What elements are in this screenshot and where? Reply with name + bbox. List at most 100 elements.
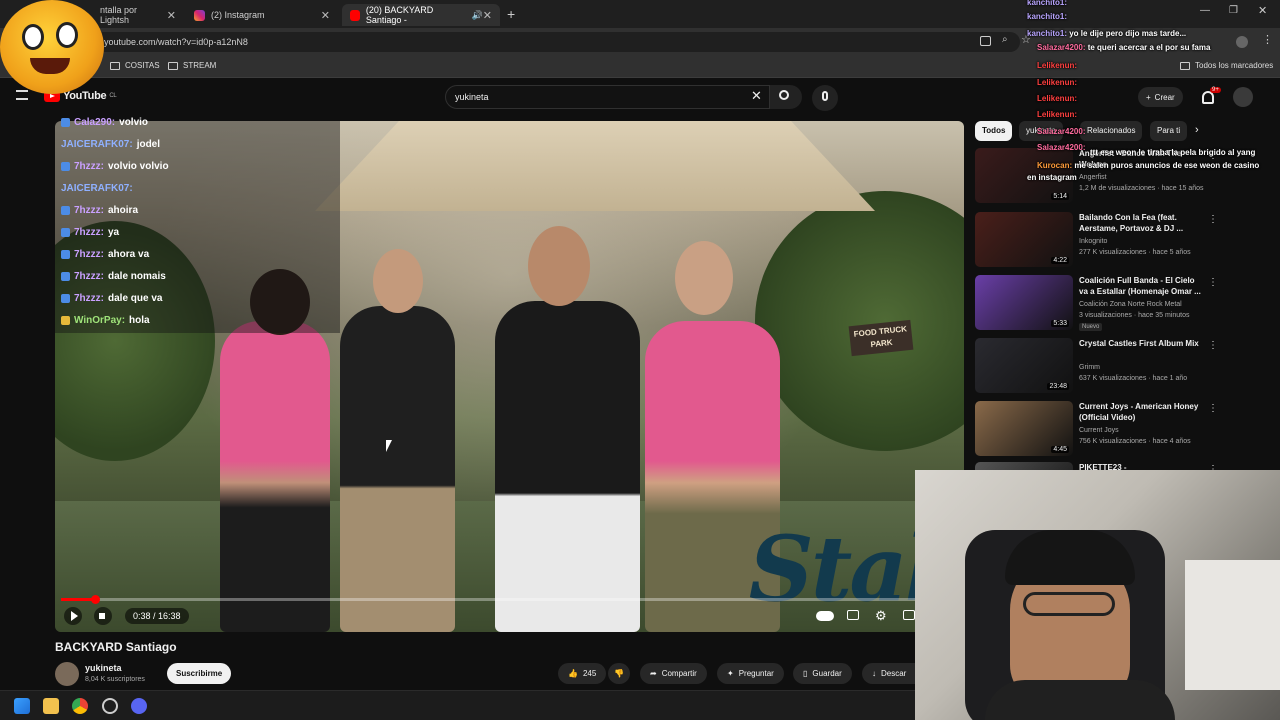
autoplay-toggle[interactable] xyxy=(816,611,834,621)
mouse-cursor-icon xyxy=(386,440,392,452)
chat-text: dale que va xyxy=(108,293,163,304)
recommendation-channel[interactable]: Angerfist xyxy=(1079,174,1107,181)
chat-text: ahoira xyxy=(108,205,139,216)
browser-tab-strip: ntalla por Lightsh ✕ (2) Instagram ✕ (20… xyxy=(0,0,1280,28)
maximize-icon[interactable]: ❐ xyxy=(1229,5,1238,16)
share-button[interactable]: ➦ Compartir xyxy=(640,663,707,684)
recommendation-item[interactable]: 4:45 Current Joys - American Honey (Offic… xyxy=(975,401,1275,461)
more-options-icon[interactable]: ⋮ xyxy=(1208,340,1218,351)
tab-lightshot[interactable]: ntalla por Lightsh ✕ xyxy=(92,4,184,26)
voice-search-button[interactable] xyxy=(812,85,838,111)
url-field[interactable]: youtube.com/watch?v=id0p-a12nN8 xyxy=(60,32,1020,52)
chat-text: yo le dije pero dijo mas tarde... xyxy=(1069,29,1187,38)
hamburger-menu-icon[interactable] xyxy=(16,90,28,100)
progress-fill xyxy=(61,598,96,601)
speaker-icon[interactable]: 🔊 xyxy=(472,10,483,21)
eye xyxy=(22,24,44,50)
person-head xyxy=(373,249,423,313)
progress-bar[interactable] xyxy=(61,595,921,604)
app-icon[interactable] xyxy=(102,698,118,714)
stream-chat-message: kanchito1: yo le dije pero dijo mas tard… xyxy=(1027,29,1186,38)
save-button[interactable]: ▯ Guardar xyxy=(793,663,852,684)
recommendation-item[interactable]: 23:48 Crystal Castles First Album Mix Grim… xyxy=(975,338,1275,398)
chat-message: 7hzzz: volvio volvio xyxy=(61,161,169,172)
search-input[interactable]: yukineta xyxy=(445,85,770,109)
channel-avatar[interactable] xyxy=(55,662,79,686)
recommendation-title[interactable]: Bailando Con la Fea (feat. Aerstame, Por… xyxy=(1079,212,1204,234)
windows-start-icon[interactable] xyxy=(14,698,30,714)
zoom-icon[interactable]: ⌕ xyxy=(1002,34,1008,45)
chat-username: 7hzzz: xyxy=(74,293,104,304)
dislike-button[interactable]: 👎 xyxy=(608,663,630,684)
minimize-icon[interactable]: — xyxy=(1200,5,1210,16)
volume-button[interactable] xyxy=(94,607,112,625)
ask-button[interactable]: ✦ Preguntar xyxy=(717,663,784,684)
tab-instagram[interactable]: (2) Instagram ✕ xyxy=(186,4,338,26)
more-options-icon[interactable]: ⋮ xyxy=(1208,214,1218,225)
folder-icon xyxy=(1180,61,1190,70)
close-icon[interactable]: ✕ xyxy=(321,9,330,22)
recommendation-title[interactable]: Crystal Castles First Album Mix xyxy=(1079,338,1204,349)
all-bookmarks[interactable]: Todos los marcadores xyxy=(1180,61,1273,70)
bookmark-label: COSITAS xyxy=(125,61,160,70)
duration-badge: 5:14 xyxy=(1051,193,1069,200)
create-button[interactable]: + Crear xyxy=(1138,87,1183,107)
bookmark-cositas[interactable]: COSITAS xyxy=(110,61,160,70)
close-icon[interactable]: ✕ xyxy=(167,9,176,22)
scene-tree xyxy=(755,191,964,451)
video-thumbnail[interactable]: 23:48 xyxy=(975,338,1073,393)
recommendation-channel[interactable]: Current Joys xyxy=(1079,427,1119,434)
clear-search-icon[interactable]: ✕ xyxy=(751,88,762,104)
recommendation-title[interactable]: Coalición Full Banda - El Cielo va a Est… xyxy=(1079,275,1204,297)
chat-username: Lelikenun: xyxy=(1037,110,1078,119)
more-options-icon[interactable]: ⋮ xyxy=(1208,403,1218,414)
settings-gear-icon[interactable]: ⚙ xyxy=(875,608,887,624)
video-thumbnail[interactable]: 4:22 xyxy=(975,212,1073,267)
channel-name[interactable]: yukineta xyxy=(85,663,122,673)
recommendation-channel[interactable]: Inkognito xyxy=(1079,238,1107,245)
chat-badge-icon xyxy=(61,316,70,325)
eye xyxy=(56,22,78,48)
duration-badge: 23:48 xyxy=(1047,383,1069,390)
play-button[interactable] xyxy=(64,607,82,625)
discord-icon[interactable] xyxy=(131,698,147,714)
chip-relacionados[interactable]: Relacionados xyxy=(1080,121,1143,141)
recommendation-title[interactable]: Current Joys - American Honey (Official … xyxy=(1079,401,1204,423)
video-thumbnail[interactable]: 4:45 xyxy=(975,401,1073,456)
more-options-icon[interactable]: ⋮ xyxy=(1208,277,1218,288)
recommendation-channel[interactable]: Coalición Zona Norte Rock Metal xyxy=(1079,301,1182,308)
subscribe-button[interactable]: Suscribirme xyxy=(167,663,232,684)
chip-para-ti[interactable]: Para ti xyxy=(1150,121,1188,141)
player-controls: 0:38 / 16:38 ⚙ xyxy=(55,604,964,628)
create-label: Crear xyxy=(1154,92,1175,102)
recommendation-channel[interactable]: Grimm xyxy=(1079,364,1100,371)
chrome-icon[interactable] xyxy=(72,698,88,714)
plus-icon: + xyxy=(1146,92,1151,102)
subtitles-icon[interactable] xyxy=(847,610,859,620)
recommendation-item[interactable]: 5:33 Coalición Full Banda - El Cielo va a… xyxy=(975,275,1275,335)
menu-kebab-icon[interactable]: ⋮ xyxy=(1262,33,1273,46)
new-tab-icon[interactable]: + xyxy=(507,6,515,22)
streamer-shirt xyxy=(985,680,1175,720)
video-thumbnail[interactable]: 5:33 xyxy=(975,275,1073,330)
recommendation-meta: 756 K visualizaciones · hace 4 años xyxy=(1079,438,1191,445)
recommendation-item[interactable]: 4:22 Bailando Con la Fea (feat. Aerstame,… xyxy=(975,212,1275,272)
search-button[interactable] xyxy=(770,85,802,109)
share-icon: ➦ xyxy=(650,669,657,678)
account-avatar[interactable] xyxy=(1233,87,1253,107)
recommendation-item[interactable]: 5:14 Angerfist - Dance With The Wolves Ang… xyxy=(975,148,1275,208)
miniplayer-icon[interactable] xyxy=(903,610,915,620)
close-icon[interactable]: ✕ xyxy=(483,9,492,22)
file-explorer-icon[interactable] xyxy=(43,698,59,714)
like-button[interactable]: 👍 245 xyxy=(558,663,607,684)
background-bed xyxy=(1185,560,1280,690)
chevron-right-icon[interactable]: › xyxy=(1195,124,1199,136)
chat-text: jodel xyxy=(136,139,161,150)
chip-todos[interactable]: Todos xyxy=(975,121,1013,141)
cast-icon[interactable] xyxy=(980,36,991,46)
bookmark-stream[interactable]: STREAM xyxy=(168,61,216,70)
download-button[interactable]: ↓ Descar xyxy=(862,663,915,684)
close-window-icon[interactable]: ✕ xyxy=(1258,4,1267,17)
tab-youtube[interactable]: (20) BACKYARD Santiago - 🔊 ✕ xyxy=(342,4,500,26)
profile-avatar[interactable] xyxy=(1236,36,1248,48)
